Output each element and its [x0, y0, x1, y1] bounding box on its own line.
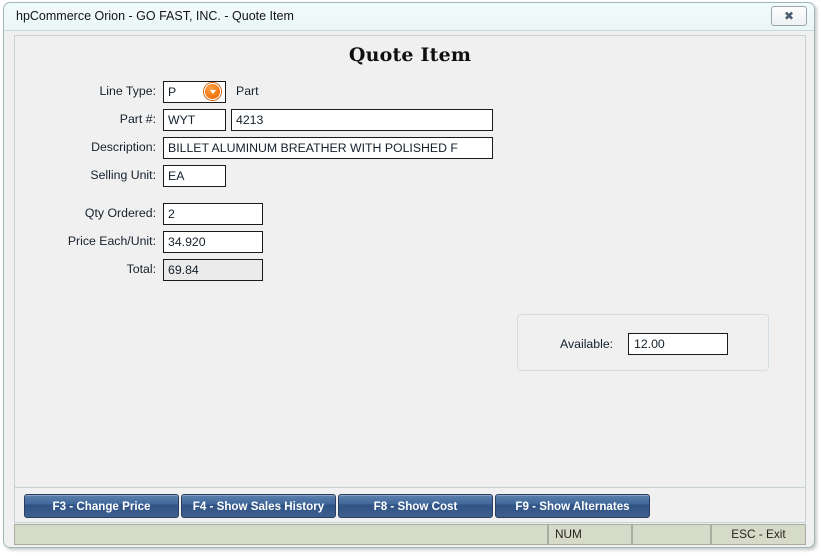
- part-number-prefix-input[interactable]: WYT: [163, 109, 226, 131]
- show-cost-button[interactable]: F8 - Show Cost: [338, 494, 493, 518]
- part-number-input[interactable]: 4213: [231, 109, 493, 131]
- qty-ordered-input[interactable]: 2: [163, 203, 263, 225]
- status-exit-hint[interactable]: ESC - Exit: [711, 524, 806, 545]
- function-button-bar: F3 - Change Price F4 - Show Sales Histor…: [14, 487, 806, 523]
- field-row-total: Total: 69.84: [23, 259, 503, 281]
- page-title: Quote Item: [348, 44, 472, 66]
- available-value: 12.00: [628, 333, 728, 355]
- field-row-description: Description: BILLET ALUMINUM BREATHER WI…: [23, 137, 503, 159]
- title-bar: hpCommerce Orion - GO FAST, INC. - Quote…: [4, 3, 814, 31]
- field-row-qty-ordered: Qty Ordered: 2: [23, 203, 503, 225]
- change-price-button[interactable]: F3 - Change Price: [24, 494, 179, 518]
- field-row-price-each-unit: Price Each/Unit: 34.920: [23, 231, 503, 253]
- qty-ordered-label: Qty Ordered:: [84, 206, 156, 220]
- show-sales-history-button[interactable]: F4 - Show Sales History: [181, 494, 336, 518]
- available-label: Available:: [560, 337, 614, 351]
- available-panel: Available: 12.00: [517, 314, 769, 371]
- total-label: Total:: [126, 262, 156, 276]
- show-alternates-button[interactable]: F9 - Show Alternates: [495, 494, 650, 518]
- status-message-cell: [14, 524, 548, 545]
- chevron-down-icon: [209, 90, 216, 94]
- close-icon: ✖: [783, 9, 795, 23]
- field-row-selling-unit: Selling Unit: EA: [23, 165, 503, 187]
- close-button[interactable]: ✖: [771, 6, 807, 26]
- description-input[interactable]: BILLET ALUMINUM BREATHER WITH POLISHED F: [163, 137, 493, 159]
- status-bar: NUM ESC - Exit: [14, 524, 806, 545]
- price-each-unit-label: Price Each/Unit:: [67, 234, 156, 248]
- field-row-line-type: Line Type: P Part: [23, 81, 503, 103]
- line-type-dropdown-button[interactable]: [204, 83, 221, 100]
- application-window: hpCommerce Orion - GO FAST, INC. - Quote…: [3, 2, 815, 548]
- window-title: hpCommerce Orion - GO FAST, INC. - Quote…: [16, 9, 294, 23]
- line-type-label: Line Type:: [99, 84, 156, 98]
- description-label: Description:: [91, 140, 156, 154]
- field-row-part-number: Part #: WYT 4213: [23, 109, 503, 131]
- selling-unit-input[interactable]: EA: [163, 165, 226, 187]
- selling-unit-label: Selling Unit:: [90, 168, 156, 182]
- status-spacer-cell: [632, 524, 711, 545]
- part-number-label: Part #:: [119, 112, 156, 126]
- line-type-description-text: Part: [236, 84, 259, 98]
- status-num-indicator: NUM: [548, 524, 632, 545]
- main-content-panel: Quote Item Line Type: P Part Part #: WYT…: [14, 35, 806, 513]
- total-value: 69.84: [163, 259, 263, 281]
- price-each-unit-input[interactable]: 34.920: [163, 231, 263, 253]
